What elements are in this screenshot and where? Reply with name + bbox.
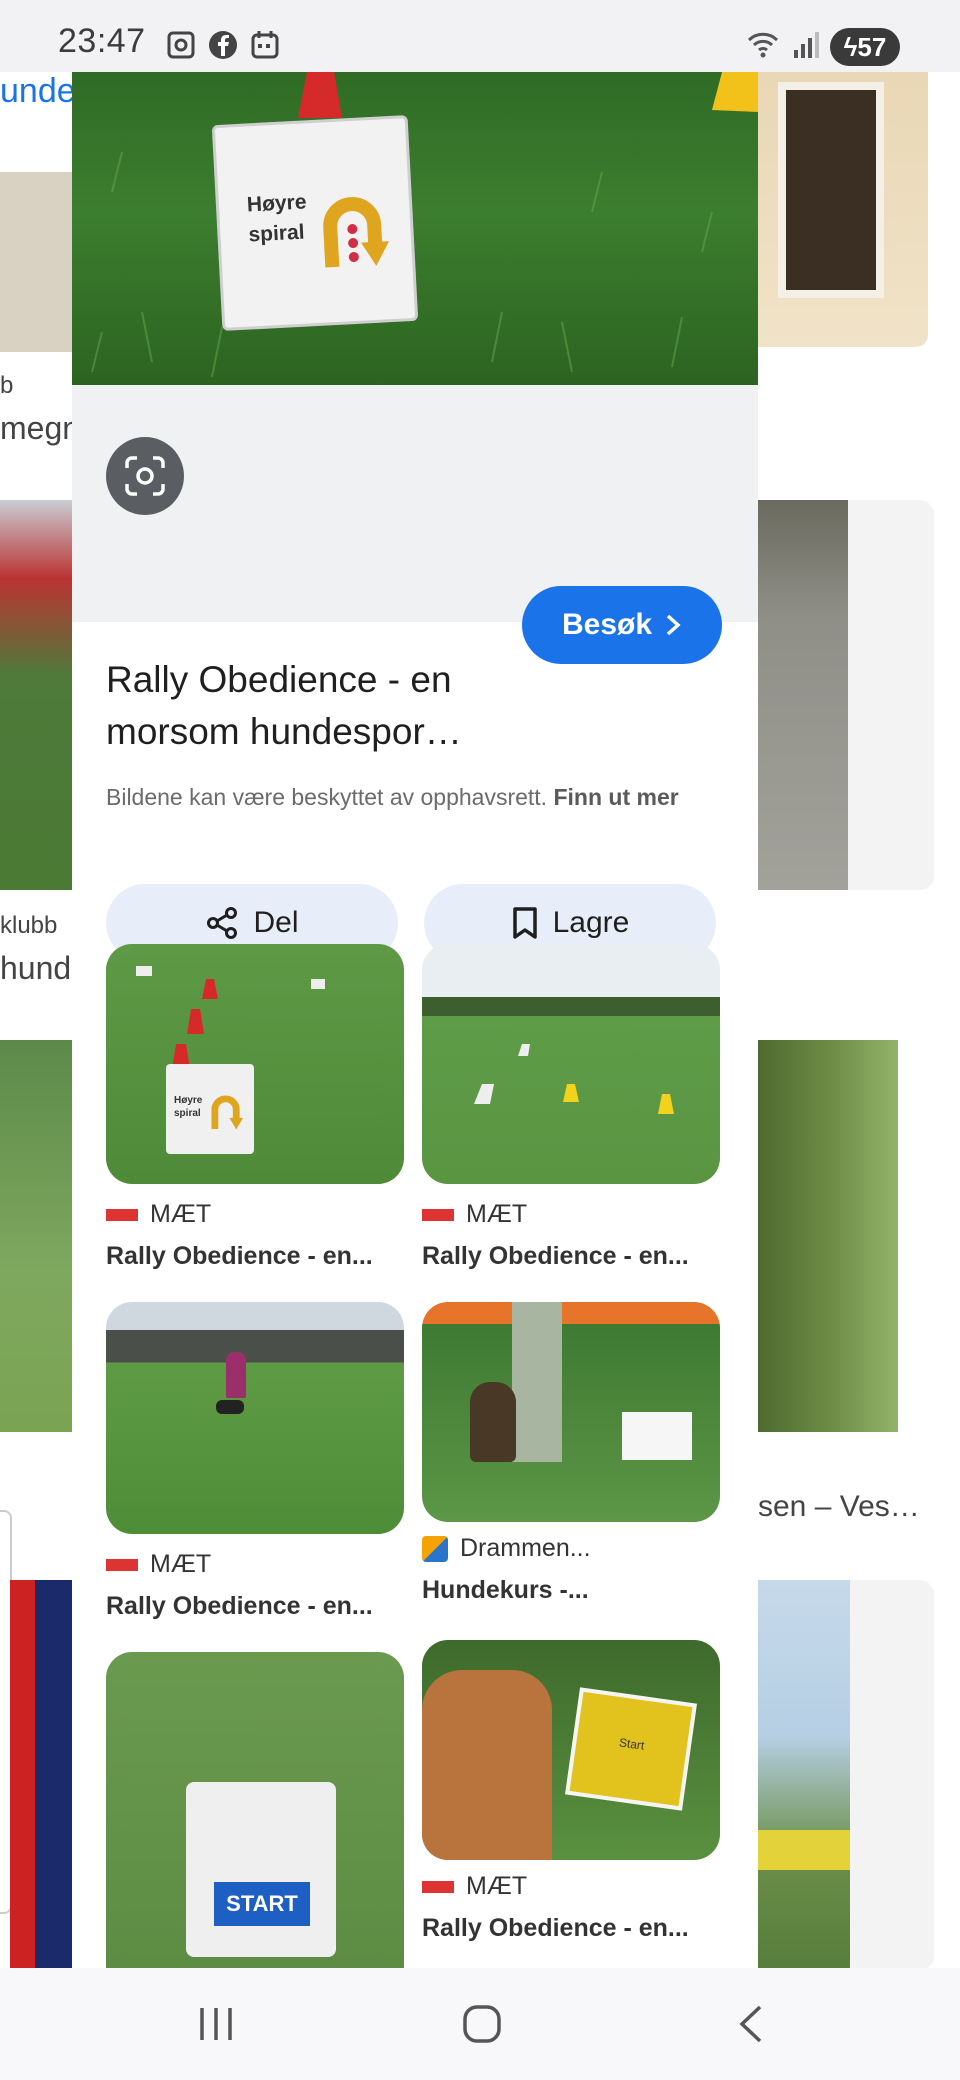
save-label: Lagre — [552, 906, 630, 939]
related-source: MÆT — [106, 1200, 211, 1229]
related-caption[interactable]: Rally Obedience - en... — [422, 1242, 722, 1271]
related-source: MÆT — [106, 1550, 211, 1579]
bg-fragment: sen – Ves… — [758, 1490, 920, 1523]
learn-more-link[interactable]: Finn ut mer — [553, 784, 678, 810]
chevron-right-icon — [666, 614, 681, 636]
grass-texture — [91, 72, 758, 378]
spiral-arrow-icon — [211, 1095, 244, 1130]
sign-card: Høyre spiral — [166, 1064, 254, 1154]
related-caption[interactable]: Rally Obedience - en... — [422, 1914, 722, 1943]
bg-image[interactable] — [758, 500, 848, 890]
copyright-notice: Bildene kan være beskyttet av opphavsret… — [106, 780, 706, 814]
back-button[interactable] — [736, 2004, 766, 2044]
person-figure — [226, 1352, 246, 1398]
visit-button[interactable]: Besøk — [522, 586, 722, 664]
screenshot-icon — [167, 31, 195, 59]
charging-icon: ϟ — [843, 31, 858, 62]
sign-card — [622, 1412, 692, 1460]
maet-logo-icon — [422, 1880, 454, 1893]
visit-label: Besøk — [561, 608, 653, 641]
sign-card: Start — [565, 1687, 697, 1811]
sign-label: Start — [618, 1735, 646, 1753]
sign-label: Høyre spiral — [246, 190, 308, 247]
clock: 23:47 — [58, 22, 146, 60]
calendar-icon — [251, 31, 279, 59]
cones-scene — [136, 966, 325, 1069]
bg-fragment: megn — [0, 410, 81, 446]
sign-label: Høyre spiral — [174, 1095, 203, 1119]
wifi-icon — [747, 32, 779, 58]
start-label: START — [214, 1882, 310, 1926]
dog-figure — [422, 1670, 552, 1860]
related-image[interactable]: Høyre spiral — [106, 944, 404, 1184]
lens-icon — [125, 456, 165, 496]
start-sign: START — [186, 1782, 336, 1957]
related-image[interactable] — [422, 1302, 720, 1522]
signal-icon — [794, 32, 819, 58]
bg-card — [850, 1580, 934, 1970]
dog-figure — [470, 1382, 516, 1462]
related-image[interactable] — [106, 1302, 404, 1534]
bg-fragment: unde — [0, 72, 76, 110]
sign-card: Høyre spiral — [211, 115, 419, 331]
battery-indicator: ϟ 57 — [830, 28, 900, 66]
source-name: MÆT — [150, 1550, 212, 1578]
bg-image[interactable] — [0, 1040, 72, 1432]
bg-fragment: hund — [0, 950, 72, 986]
preview-image[interactable]: Høyre spiral — [72, 72, 758, 385]
battery-level: 57 — [857, 31, 887, 62]
source-name: MÆT — [150, 1200, 212, 1228]
result-title[interactable]: Rally Obedience - en morsom hundespor… — [106, 654, 506, 758]
maet-logo-icon — [106, 1208, 138, 1221]
share-icon — [207, 907, 238, 939]
share-label: Del — [253, 906, 299, 939]
related-caption[interactable]: Hundekurs -... — [422, 1576, 722, 1605]
bg-fragment: b — [0, 372, 14, 399]
bookmark-icon — [512, 907, 537, 939]
related-image[interactable] — [422, 944, 720, 1184]
related-caption[interactable]: Rally Obedience - en... — [106, 1592, 406, 1621]
maet-logo-icon — [422, 1208, 454, 1221]
navigation-bar — [0, 1968, 960, 2080]
related-caption[interactable]: Rally Obedience - en... — [106, 1242, 406, 1271]
status-bar: 23:47 ϟ 57 — [0, 0, 960, 72]
related-source: MÆT — [422, 1200, 527, 1229]
bg-card — [848, 500, 934, 890]
bg-fragment: klubb — [0, 912, 58, 939]
source-name: MÆT — [466, 1200, 528, 1228]
dog-figure — [216, 1400, 244, 1414]
google-lens-button[interactable] — [106, 437, 184, 515]
recent-apps-button[interactable] — [196, 2006, 236, 2042]
bg-image[interactable] — [0, 172, 72, 352]
bg-image[interactable] — [0, 500, 72, 890]
bg-image[interactable] — [10, 1580, 72, 1970]
home-button[interactable] — [462, 2004, 502, 2044]
course-scene — [474, 1044, 674, 1114]
facebook-icon — [209, 31, 237, 59]
person-legs — [512, 1302, 562, 1462]
image-preview-sheet: Høyre spiral Rally Obedience - en morsom… — [72, 72, 758, 1968]
drammen-logo-icon — [422, 1535, 448, 1562]
related-image[interactable]: START — [106, 1652, 404, 1968]
source-name: MÆT — [466, 1872, 528, 1900]
source-name: Drammen... — [460, 1534, 591, 1562]
related-source: MÆT — [422, 1872, 527, 1901]
related-image[interactable]: Start — [422, 1640, 720, 1860]
copyright-text: Bildene kan være beskyttet av opphavsret… — [106, 784, 548, 810]
related-source: Drammen... — [422, 1534, 591, 1563]
bg-image[interactable] — [758, 72, 928, 347]
spiral-arrow-icon — [323, 197, 390, 268]
bg-image[interactable] — [758, 1580, 850, 1970]
maet-logo-icon — [106, 1558, 138, 1571]
bg-image[interactable] — [758, 1040, 898, 1432]
